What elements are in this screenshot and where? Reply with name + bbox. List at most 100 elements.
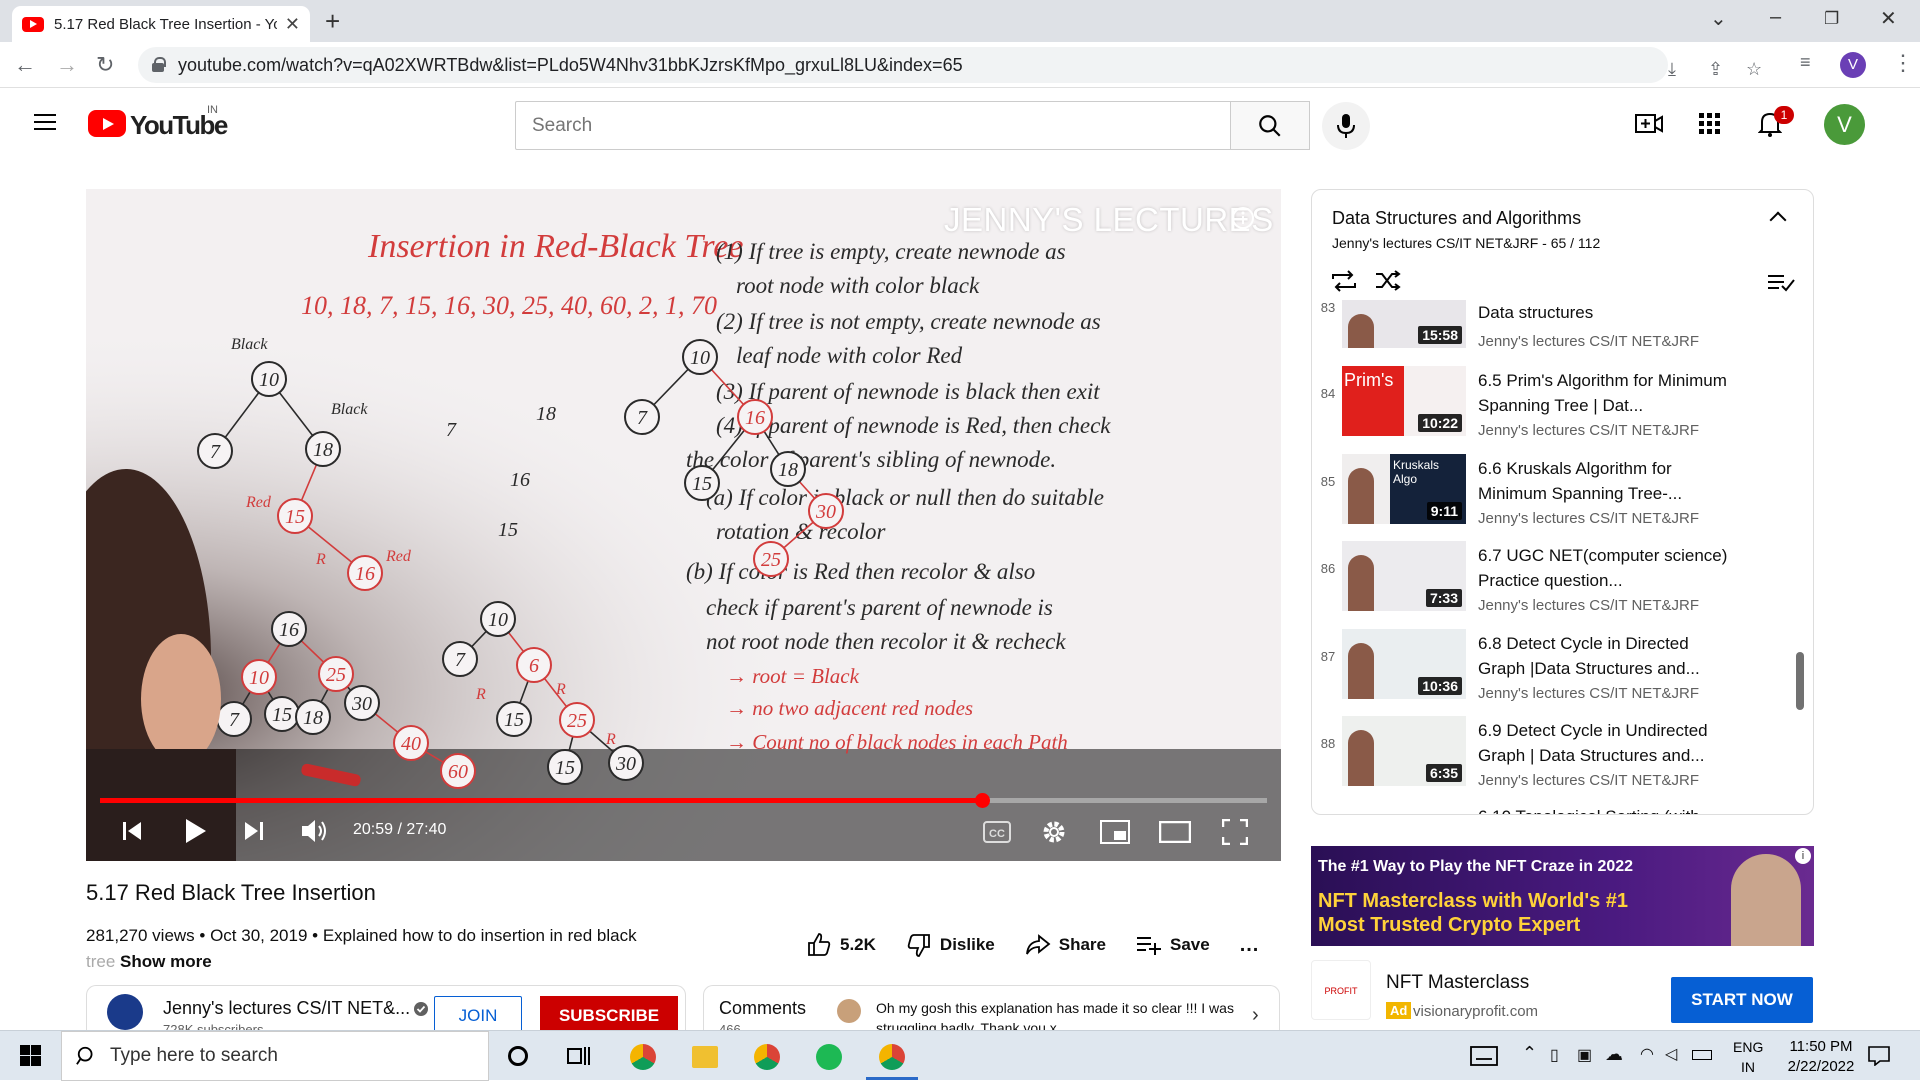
address-bar[interactable]: youtube.com/watch?v=qA02XWRTBdw&list=PLd… [138,47,1762,83]
playlist-item-thumbnail[interactable]: 10:36 [1342,628,1466,699]
playlist-item[interactable]: 88 6:35 6.9 Detect Cycle in Undirected Gra… [1312,716,1813,804]
share-button[interactable]: Share [1025,933,1106,957]
playlist-item-title[interactable]: 6.6 Kruskals Algorithm for Minimum Spann… [1478,456,1738,506]
collapse-chevron-icon[interactable] [1769,211,1787,229]
join-button[interactable]: JOIN [434,996,522,1034]
chevron-right-icon[interactable]: › [1252,1004,1259,1027]
channel-name[interactable]: Jenny's lectures CS/IT NET&... [163,998,410,1019]
volume-icon[interactable] [300,818,328,844]
wifi-icon[interactable]: ◠ [1640,1044,1654,1064]
close-window-icon[interactable]: ✕ [1880,6,1897,31]
lock-icon[interactable] [152,57,166,72]
show-hidden-icons-icon[interactable]: ⌃ [1522,1043,1537,1064]
like-button[interactable]: 5.2K [806,932,876,958]
playlist-item-title[interactable]: 6.10 Topological Sorting (with [1478,804,1738,815]
playlist-item-channel[interactable]: Jenny's lectures CS/IT NET&JRF [1478,685,1699,702]
apps-grid-icon[interactable] [1699,113,1721,135]
video-info-icon[interactable] [1231,206,1255,230]
speaker-icon[interactable]: ◁ [1665,1044,1677,1064]
create-video-icon[interactable] [1635,112,1663,136]
taskbar-search-box[interactable]: Type here to search [61,1031,489,1081]
playlist-item-channel[interactable]: Jenny's lectures CS/IT NET&JRF [1478,597,1699,614]
fullscreen-icon[interactable] [1222,819,1248,845]
youtube-logo-icon[interactable] [88,110,126,137]
ad-info-icon[interactable]: i [1795,848,1811,864]
previous-icon[interactable] [120,819,144,843]
start-now-button[interactable]: START NOW [1671,977,1813,1023]
playlist-item[interactable]: 85 Kruskals Algo 9:11 6.6 Kruskals Algorith… [1312,453,1813,542]
ad-title[interactable]: NFT Masterclass [1386,972,1529,994]
ad-banner[interactable]: The #1 Way to Play the NFT Craze in 2022… [1311,846,1814,946]
playlist-item-thumbnail[interactable]: Prim's 10:22 [1342,366,1466,436]
miniplayer-icon[interactable] [1100,820,1130,844]
search-input[interactable] [515,101,1231,150]
keyboard-icon[interactable] [1470,1046,1498,1066]
show-more-button[interactable]: Show more [120,952,212,971]
playlist-item-thumbnail[interactable]: 15:58 [1342,300,1466,348]
playlist-item-title[interactable]: 6.9 Detect Cycle in Undirected Graph | D… [1478,718,1738,768]
task-view-icon[interactable] [567,1045,591,1067]
playlist-item-thumbnail[interactable]: Kruskals Algo 9:11 [1342,453,1466,524]
share-page-icon[interactable]: ⇪ [1708,59,1723,80]
playlist-item-title[interactable]: 6.8 Detect Cycle in Directed Graph |Data… [1478,631,1738,681]
playlist-item-thumbnail[interactable]: 7:33 [1342,541,1466,611]
chrome-profile-icon[interactable] [754,1044,780,1070]
account-avatar[interactable]: V [1824,104,1865,145]
new-tab-icon[interactable]: + [325,6,340,37]
maximize-icon[interactable]: ❐ [1824,9,1839,29]
video-player[interactable]: Insertion in Red-Black Tree 10, 18, 7, 1… [86,189,1281,861]
channel-avatar[interactable] [107,994,143,1030]
bookmark-star-icon[interactable]: ☆ [1746,59,1762,80]
battery-icon[interactable] [1692,1050,1712,1060]
close-tab-icon[interactable]: ✕ [285,14,300,35]
media-queue-icon[interactable]: ≡ [1800,52,1811,73]
playlist-item-channel[interactable]: Jenny's lectures CS/IT NET&JRF [1478,422,1699,439]
browser-profile-avatar[interactable]: V [1840,52,1866,78]
tray-icon-2[interactable]: ▣ [1577,1045,1592,1065]
chrome-menu-icon[interactable]: ⋮ [1892,50,1914,76]
search-button[interactable] [1231,101,1310,150]
voice-search-button[interactable] [1322,102,1370,150]
shuffle-icon[interactable] [1374,270,1402,292]
playlist-item-channel[interactable]: Jenny's lectures CS/IT NET&JRF [1478,510,1699,527]
cortana-icon[interactable] [508,1046,528,1066]
forward-icon[interactable]: → [56,52,78,78]
language-indicator[interactable]: ENG IN [1733,1037,1763,1077]
playlist-item[interactable]: 86 7:33 6.7 UGC NET(computer science) Prac… [1312,541,1813,629]
minimize-icon[interactable]: – [1770,6,1781,29]
advertiser-logo[interactable]: PROFIT [1311,960,1371,1020]
subscribe-button[interactable]: SUBSCRIBE [540,996,678,1034]
chrome-active-icon[interactable] [879,1044,905,1070]
video-description[interactable]: 281,270 views • Oct 30, 2019 • Explained… [86,923,666,975]
back-icon[interactable]: ← [14,52,36,78]
progress-bar[interactable] [100,793,1267,808]
settings-gear-icon[interactable] [1041,819,1067,845]
playlist-menu-icon[interactable] [1767,272,1795,292]
loop-icon[interactable] [1330,270,1358,292]
playlist-item-channel[interactable]: Jenny's lectures CS/IT NET&JRF [1478,333,1699,350]
comments-teaser[interactable]: Comments 466 Oh my gosh this explanation… [703,985,1280,1037]
notification-center-icon[interactable] [1868,1046,1890,1066]
chrome-icon[interactable] [630,1044,656,1070]
tab-search-icon[interactable]: ⌄ [1710,6,1727,31]
playlist-item-title[interactable]: Data structures [1478,300,1738,325]
playlist-item-thumbnail[interactable]: 6:35 [1342,716,1466,786]
playlist-item-title[interactable]: 6.7 UGC NET(computer science) Practice q… [1478,543,1738,593]
playlist-item[interactable]: 6.10 Topological Sorting (with [1312,804,1813,815]
playlist-scrollbar[interactable] [1796,652,1804,710]
next-icon[interactable] [242,819,266,843]
onedrive-cloud-icon[interactable]: ☁ [1605,1044,1623,1065]
save-button[interactable]: Save [1136,934,1210,956]
playlist-item-channel[interactable]: Jenny's lectures CS/IT NET&JRF [1478,772,1699,789]
tray-icon-1[interactable]: ▯ [1550,1045,1559,1065]
playlist-item-title[interactable]: 6.5 Prim's Algorithm for Minimum Spannin… [1478,368,1738,418]
system-clock[interactable]: 11:50 PM 2/22/2022 [1776,1037,1866,1077]
menu-icon[interactable] [34,114,56,130]
more-actions-button[interactable]: ... [1240,934,1260,957]
dislike-button[interactable]: Dislike [906,932,995,958]
browser-tab[interactable]: 5.17 Red Black Tree Insertion - Yo ✕ [12,6,310,42]
play-icon[interactable] [182,817,208,845]
playlist-item[interactable]: 84 Prim's 10:22 6.5 Prim's Algorithm for Mi… [1312,366,1813,454]
install-icon[interactable]: ⤓ [1668,59,1676,80]
captions-icon[interactable]: CC [983,821,1011,843]
